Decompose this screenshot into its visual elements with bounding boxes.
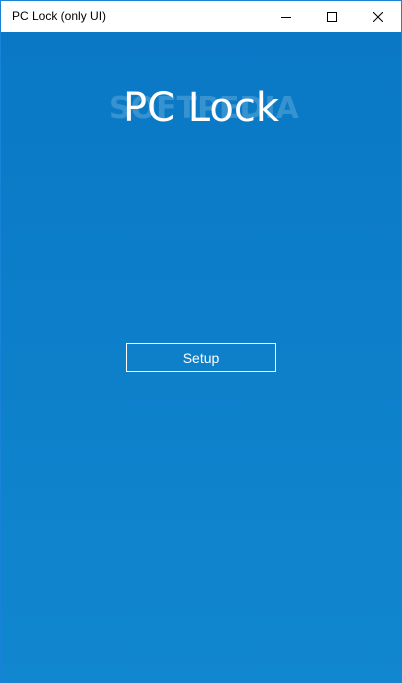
close-icon — [373, 11, 383, 22]
window-title: PC Lock (only UI) — [12, 9, 107, 23]
app-title: PC Lock — [123, 85, 279, 131]
title-bar[interactable]: PC Lock (only UI) — [1, 1, 401, 32]
setup-button[interactable]: Setup — [126, 343, 276, 372]
maximize-icon — [327, 11, 337, 22]
minimize-icon — [281, 16, 291, 18]
close-button[interactable] — [355, 1, 401, 32]
maximize-button[interactable] — [309, 1, 355, 32]
minimize-button[interactable] — [263, 1, 309, 32]
app-window: PC Lock (only UI) SOFTPEDIA PC Lock Setu… — [0, 0, 402, 683]
main-panel: SOFTPEDIA PC Lock Setup — [1, 32, 401, 682]
